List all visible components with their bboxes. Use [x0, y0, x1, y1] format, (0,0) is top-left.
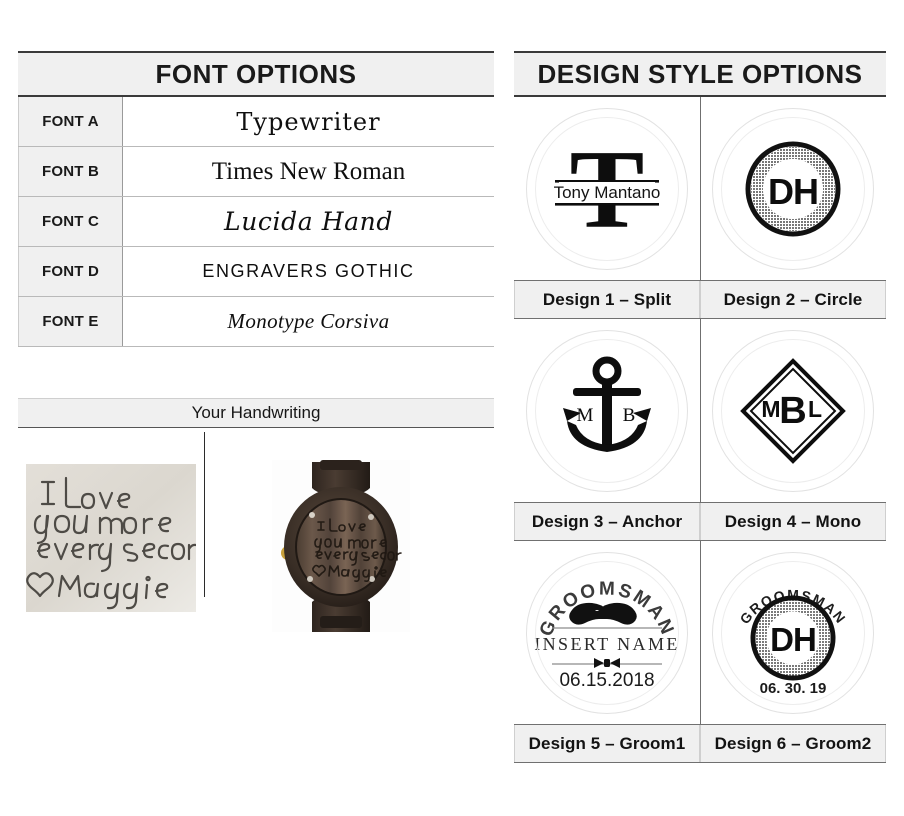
design-option-3[interactable]: M B	[514, 319, 700, 502]
design-option-6[interactable]: GROOMSMAN DH 06. 30. 19	[699, 541, 887, 724]
design-option-1[interactable]: T Tony Mantano	[514, 97, 700, 280]
svg-text:T: T	[569, 128, 644, 252]
font-row-sample: Engravers Gothic	[122, 246, 494, 297]
font-row-label: FONT B	[18, 146, 123, 197]
design-5-name: INSERT NAME	[534, 634, 680, 654]
table-row[interactable]: FONT E Monotype Corsiva	[18, 296, 494, 347]
font-options-table: FONT A Typewriter FONT B Times New Roman…	[18, 97, 494, 347]
design-3-label[interactable]: Design 3 – Anchor	[514, 503, 700, 540]
design-2-disc: DH	[712, 107, 875, 270]
font-row-sample: Monotype Corsiva	[122, 296, 494, 347]
table-row[interactable]: FONT C Lucida Hand	[18, 196, 494, 247]
design-4-label[interactable]: Design 4 – Mono	[700, 503, 886, 540]
handwriting-panel: Your Handwriting	[18, 398, 494, 632]
design-3-right-initial: B	[622, 405, 635, 426]
font-row-sample: Typewriter	[122, 97, 494, 147]
design-6-label[interactable]: Design 6 – Groom2	[700, 725, 886, 762]
split-monogram-icon: T Tony Mantano	[553, 128, 660, 252]
circle-monogram-icon: DH	[745, 141, 841, 236]
design-5-label[interactable]: Design 5 – Groom1	[514, 725, 700, 762]
design-5-arc-text: GROOMSMAN	[535, 578, 678, 639]
font-options-panel: FONT OPTIONS FONT A Typewriter FONT B Ti…	[18, 51, 494, 347]
design-3-left-initial: M	[576, 405, 593, 426]
design-6-initials: DH	[770, 621, 816, 658]
font-row-label: FONT C	[18, 196, 123, 247]
design-3-disc: M B	[525, 329, 688, 492]
font-row-label: FONT D	[18, 246, 123, 297]
design-4-disc: M B L	[712, 329, 875, 492]
design-option-5[interactable]: GROOMSMAN INSERT NAME 06.15.2018	[514, 541, 700, 724]
design-6-date: 06. 30. 19	[760, 680, 827, 697]
design-6-disc: GROOMSMAN DH 06. 30. 19	[712, 551, 875, 714]
font-row-label: FONT A	[18, 97, 123, 147]
font-row-sample: Times New Roman	[122, 146, 494, 197]
design-4-initial-center: B	[780, 390, 807, 432]
design-5-date: 06.15.2018	[559, 670, 654, 691]
groomsman-circle-icon: GROOMSMAN DH 06. 30. 19	[737, 586, 850, 697]
font-row-label: FONT E	[18, 296, 123, 347]
design-option-4[interactable]: M B L	[699, 319, 887, 502]
design-row-1: T Tony Mantano DH Design 1 – Split Desig…	[514, 97, 886, 319]
design-grid: T Tony Mantano DH Design 1 – Split Desig…	[514, 97, 886, 763]
design-1-name: Tony Mantano	[553, 183, 660, 202]
table-row[interactable]: FONT A Typewriter	[18, 97, 494, 147]
groomsman-mustache-icon: GROOMSMAN INSERT NAME 06.15.2018	[534, 578, 680, 691]
font-options-title: FONT OPTIONS	[18, 51, 494, 97]
note-paper-graphic	[26, 464, 196, 612]
font-row-sample: Lucida Hand	[122, 196, 494, 247]
anchor-icon: M B	[562, 356, 651, 452]
design-2-label[interactable]: Design 2 – Circle	[700, 281, 886, 318]
diamond-monogram-icon: M B L	[740, 357, 847, 464]
design-row-2: M B M B L Design 3 – Anchor Design 4 – M…	[514, 319, 886, 541]
design-row-3: GROOMSMAN INSERT NAME 06.15.2018 GROOMSM…	[514, 541, 886, 763]
table-row[interactable]: FONT B Times New Roman	[18, 146, 494, 197]
design-2-initials: DH	[768, 171, 818, 212]
design-4-initial-left: M	[762, 396, 781, 422]
table-row[interactable]: FONT D Engravers Gothic	[18, 246, 494, 297]
handwritten-note-photo	[26, 464, 196, 612]
engraved-watch-photo	[272, 460, 410, 632]
design-options-panel: DESIGN STYLE OPTIONS T Tony Mantano DH D…	[514, 51, 886, 763]
handwriting-examples	[18, 428, 494, 632]
handwriting-title: Your Handwriting	[18, 398, 494, 428]
design-1-label[interactable]: Design 1 – Split	[514, 281, 700, 318]
design-6-arc-text: GROOMSMAN	[737, 586, 850, 627]
design-1-disc: T Tony Mantano	[525, 107, 688, 270]
design-options-title: DESIGN STYLE OPTIONS	[514, 51, 886, 97]
design-5-disc: GROOMSMAN INSERT NAME 06.15.2018	[525, 551, 688, 714]
watch-graphic	[272, 460, 410, 632]
design-option-2[interactable]: DH	[699, 97, 887, 280]
design-4-initial-right: L	[808, 396, 822, 422]
handwriting-divider	[204, 432, 205, 597]
